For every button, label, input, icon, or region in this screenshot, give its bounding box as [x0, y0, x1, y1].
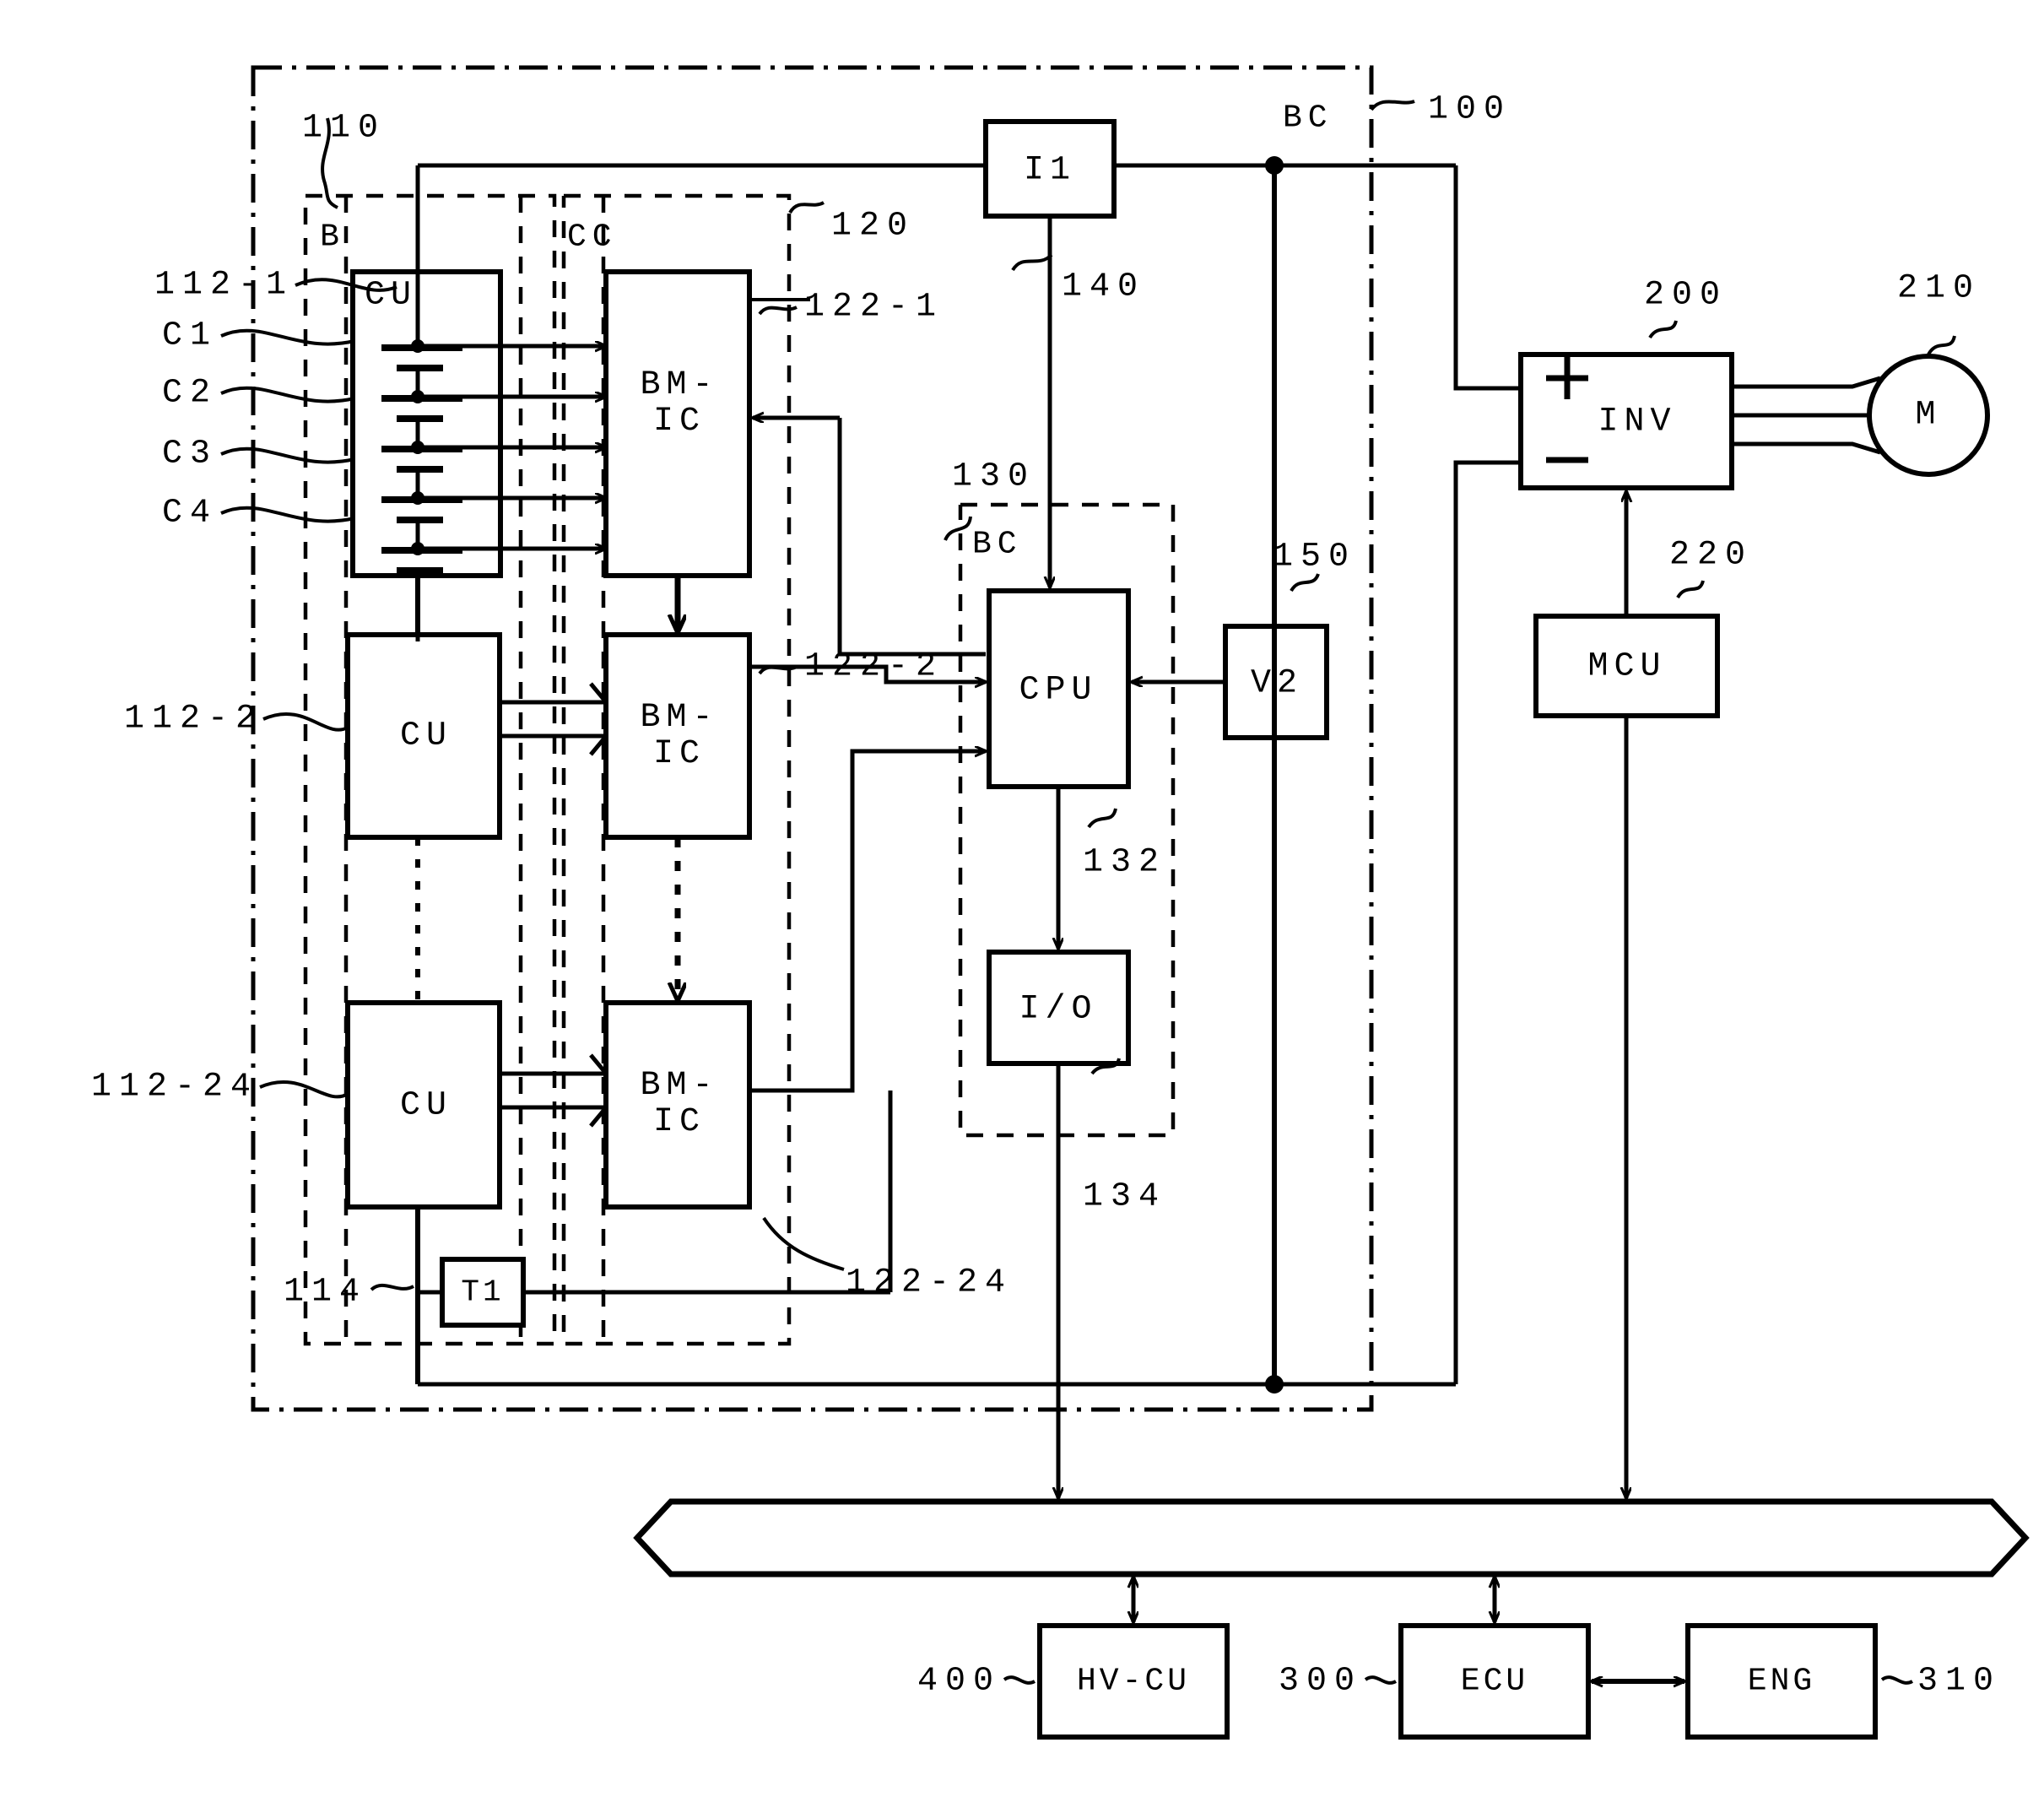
ref-112-1: 112-1	[154, 266, 294, 305]
ref-150: 150	[1273, 538, 1357, 576]
ref-140: 140	[1062, 268, 1146, 306]
ref-120: 120	[831, 207, 916, 246]
bmic-label-1: BM- IC	[640, 365, 719, 441]
ref-122-2: 122-2	[804, 647, 944, 686]
motor-phase-wires	[1732, 376, 1881, 455]
ref-100: 100	[1428, 90, 1512, 129]
ref-300: 300	[1278, 1662, 1362, 1701]
bc-controller-tag: BC	[972, 526, 1023, 563]
t1-label: T1	[461, 1275, 505, 1310]
cell-label-c3: C3	[161, 435, 218, 474]
v2-label: V2	[1250, 664, 1304, 703]
bmic-label-24: BM- IC	[640, 1066, 719, 1141]
hv-negative-rail	[418, 460, 1521, 1387]
cpu-label: CPU	[1019, 671, 1098, 710]
ecu-label: ECU	[1460, 1663, 1529, 1700]
bmic24-out	[749, 751, 986, 1093]
ref-122-24: 122-24	[846, 1264, 1014, 1302]
diagram-vector-layer	[220, 65, 2030, 1740]
cell-label-c1: C1	[161, 317, 218, 355]
ref-210: 210	[1897, 269, 1982, 308]
io-label: I/O	[1019, 990, 1098, 1029]
communication-bus	[633, 1498, 2030, 1578]
battery-group-tag: B	[320, 219, 345, 256]
ref-132: 132	[1083, 843, 1167, 882]
hv-positive-rail	[418, 163, 1521, 391]
bmic-label-2: BM- IC	[640, 698, 719, 773]
cu-label-24: CU	[399, 1086, 453, 1125]
outer-system-tag: BC	[1283, 100, 1333, 137]
ref-220: 220	[1669, 536, 1754, 575]
ref-110: 110	[302, 109, 387, 148]
eng-label: ENG	[1747, 1663, 1816, 1700]
cc-group-tag: CC	[567, 219, 618, 256]
mcu-label: MCU	[1587, 647, 1667, 686]
ref-134: 134	[1083, 1177, 1167, 1216]
ref-200: 200	[1644, 276, 1728, 315]
cell-label-c4: C4	[161, 494, 218, 533]
ref-310: 310	[1917, 1662, 2002, 1701]
cu-label-1: CU	[365, 276, 418, 315]
ref-130: 130	[952, 457, 1036, 496]
cu-label-2: CU	[399, 717, 453, 755]
i1-label: I1	[1023, 151, 1077, 190]
ref-112-2: 112-2	[123, 700, 263, 739]
inv-label: INV	[1598, 403, 1677, 441]
cell-label-c2: C2	[161, 374, 218, 413]
ref-122-1: 122-1	[804, 288, 944, 327]
hvcu-label: HV-CU	[1076, 1663, 1191, 1700]
cu-box-1	[350, 269, 503, 578]
ref-400: 400	[917, 1662, 1001, 1701]
ref-112-24: 112-24	[90, 1068, 258, 1107]
motor-label: M	[1915, 396, 1942, 435]
leader-lines	[321, 100, 1956, 1685]
figure-canvas: B CC BC BC 110 100 120 122-1 122-2 122-2…	[0, 0, 2044, 1813]
ref-114: 114	[283, 1273, 367, 1312]
bmic1-command-route	[837, 418, 986, 657]
